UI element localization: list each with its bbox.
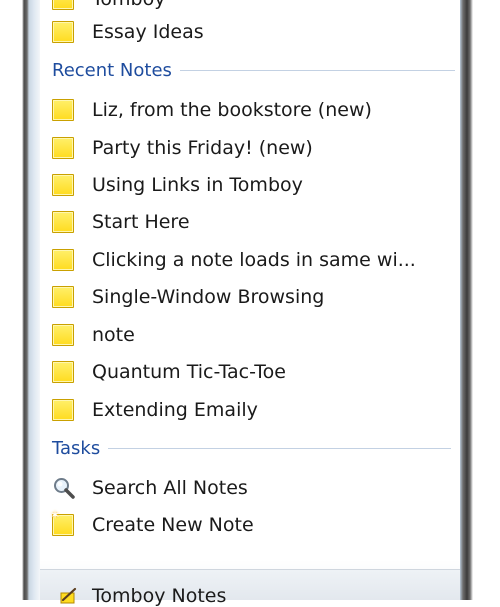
recent-note-label: Party this Friday! (new) (92, 137, 313, 159)
section-title: Tasks (52, 437, 101, 459)
recent-notes-header: Recent Notes (52, 58, 455, 82)
note-icon (52, 137, 74, 159)
list-item[interactable]: Essay Ideas (52, 16, 204, 48)
recent-note-item[interactable]: Party this Friday! (new) (52, 132, 313, 164)
footer-label: Tomboy Notes (92, 585, 227, 607)
section-title: Recent Notes (52, 59, 172, 81)
search-all-notes-item[interactable]: Search All Notes (52, 472, 248, 504)
recent-note-label: Using Links in Tomboy (92, 174, 303, 196)
create-new-note-label: Create New Note (92, 514, 254, 536)
note-icon (52, 249, 74, 271)
recent-note-item[interactable]: Single-Window Browsing (52, 281, 324, 313)
note-icon (52, 99, 74, 121)
note-icon (52, 211, 74, 233)
new-note-icon (50, 508, 74, 536)
search-icon (54, 478, 75, 499)
recent-note-label: Start Here (92, 211, 190, 233)
window-frame-left (0, 0, 40, 600)
list-item[interactable]: Tomboy (52, 0, 165, 15)
recent-note-label: Liz, from the bookstore (new) (92, 99, 372, 121)
note-icon (52, 0, 74, 10)
note-icon (52, 399, 74, 421)
note-icon (52, 324, 74, 346)
create-new-note-item[interactable]: Create New Note (50, 508, 254, 541)
search-all-notes-label: Search All Notes (92, 477, 248, 499)
recent-note-item[interactable]: Using Links in Tomboy (52, 169, 303, 201)
recent-note-label: Single-Window Browsing (92, 286, 325, 308)
list-item-label: Tomboy (92, 0, 165, 10)
section-divider (179, 69, 455, 71)
recent-note-item[interactable]: note (52, 319, 135, 351)
note-icon (52, 174, 74, 196)
note-icon (52, 361, 74, 383)
list-item-label: Essay Ideas (92, 21, 204, 43)
note-icon (52, 286, 74, 308)
recent-note-item[interactable]: Extending Emaily (52, 394, 258, 426)
recent-note-label: Quantum Tic-Tac-Toe (92, 361, 286, 383)
recent-note-label: note (92, 324, 135, 346)
tasks-header: Tasks (52, 436, 452, 460)
tomboy-app-item[interactable]: Tomboy Notes (58, 585, 226, 607)
recent-note-item[interactable]: Start Here (52, 206, 190, 238)
window-frame-right (460, 0, 500, 600)
recent-note-item[interactable]: Quantum Tic-Tac-Toe (52, 356, 286, 388)
recent-note-item[interactable]: Liz, from the bookstore (new) (52, 94, 372, 126)
recent-note-item[interactable]: Clicking a note loads in same wi... (52, 244, 416, 276)
recent-note-label: Clicking a note loads in same wi... (92, 249, 416, 271)
tomboy-app-icon (60, 587, 77, 604)
section-divider (108, 447, 452, 449)
note-icon (52, 21, 74, 43)
recent-note-label: Extending Emaily (92, 399, 258, 421)
